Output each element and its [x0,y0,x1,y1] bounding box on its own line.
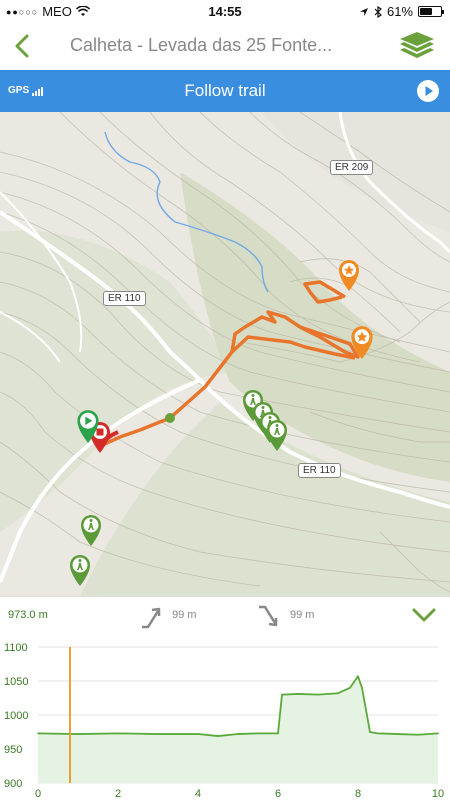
x-tick-label: 10 [432,788,444,800]
elevation-point [369,731,371,733]
battery-icon [418,6,444,17]
layers-icon[interactable] [398,28,436,64]
elevation-point [157,733,159,735]
elevation-line [37,675,439,737]
x-tick-label: 8 [355,788,361,800]
y-tick-label: 900 [4,778,22,790]
y-tick-label: 1000 [4,710,28,722]
map-canvas[interactable] [0,112,450,596]
bluetooth-icon [374,5,382,18]
elevation-point [417,733,419,736]
elevation-area [38,676,438,783]
elevation-point [297,693,299,695]
elevation-point [277,732,279,735]
current-altitude: 973.0 m [8,609,48,621]
elevation-point [37,732,39,735]
hiker-poi-icon[interactable] [79,513,103,547]
collapse-chevron-icon[interactable] [410,603,438,627]
nav-bar: Calheta - Levada das 25 Fonte... [0,22,450,70]
elevation-point [317,693,319,696]
road-label-er110-lower: ER 110 [298,463,341,478]
road-label-er110-upper: ER 110 [103,291,146,306]
follow-trail-title: Follow trail [184,81,266,100]
ascent-value: 99 m [172,609,197,621]
y-tick-label: 1050 [4,676,28,688]
elevation-point [377,732,379,735]
trail-start-icon[interactable] [75,408,101,444]
x-tick-label: 4 [195,788,201,800]
elevation-point [217,735,219,737]
elevation-point [437,732,439,735]
descent-icon [259,605,278,627]
elevation-point [257,732,259,735]
elevation-point [77,733,79,735]
elevation-point [397,733,399,735]
ascent-icon [142,607,161,629]
star-poi-icon[interactable] [337,258,361,292]
y-tick-label: 950 [4,744,22,756]
x-tick-label: 6 [275,788,281,800]
elevation-point [357,675,359,678]
elevation-point [337,692,339,695]
x-tick-label: 2 [115,788,121,800]
star-poi-icon[interactable] [349,324,375,360]
elevation-point [349,687,351,689]
elevation-point [237,733,239,735]
hiker-poi-icon[interactable] [68,553,92,587]
road-label-er209: ER 209 [330,160,374,175]
elevation-point [117,732,119,735]
descent-value: 99 m [290,609,315,621]
elevation-point [361,687,363,689]
hiker-poi-icon[interactable] [265,418,289,452]
elevation-profile-panel: 973.0 m 99 m 99 m 1100 1050 1000 950 900 0 2 4 6… [0,596,450,800]
elevation-point [197,733,199,735]
follow-trail-bar: GPS Follow trail [0,70,450,112]
location-arrow-icon [359,7,368,16]
elevation-point [281,693,283,696]
status-bar: ●●○○○ MEO 14:55 61% [0,0,450,22]
battery-percent: 61% [386,4,413,19]
x-tick-label: 0 [35,788,41,800]
topographic-map[interactable]: ER 209 ER 110 ER 110 [0,112,450,596]
battery-fill [420,8,433,15]
back-chevron-icon[interactable] [8,30,38,62]
y-tick-label: 1100 [4,642,28,654]
elevation-chart[interactable]: 1100 1050 1000 950 900 0 2 4 6 8 10 [0,641,450,801]
page-title: Calheta - Levada das 25 Fonte... [70,35,333,55]
play-icon[interactable] [416,79,440,103]
